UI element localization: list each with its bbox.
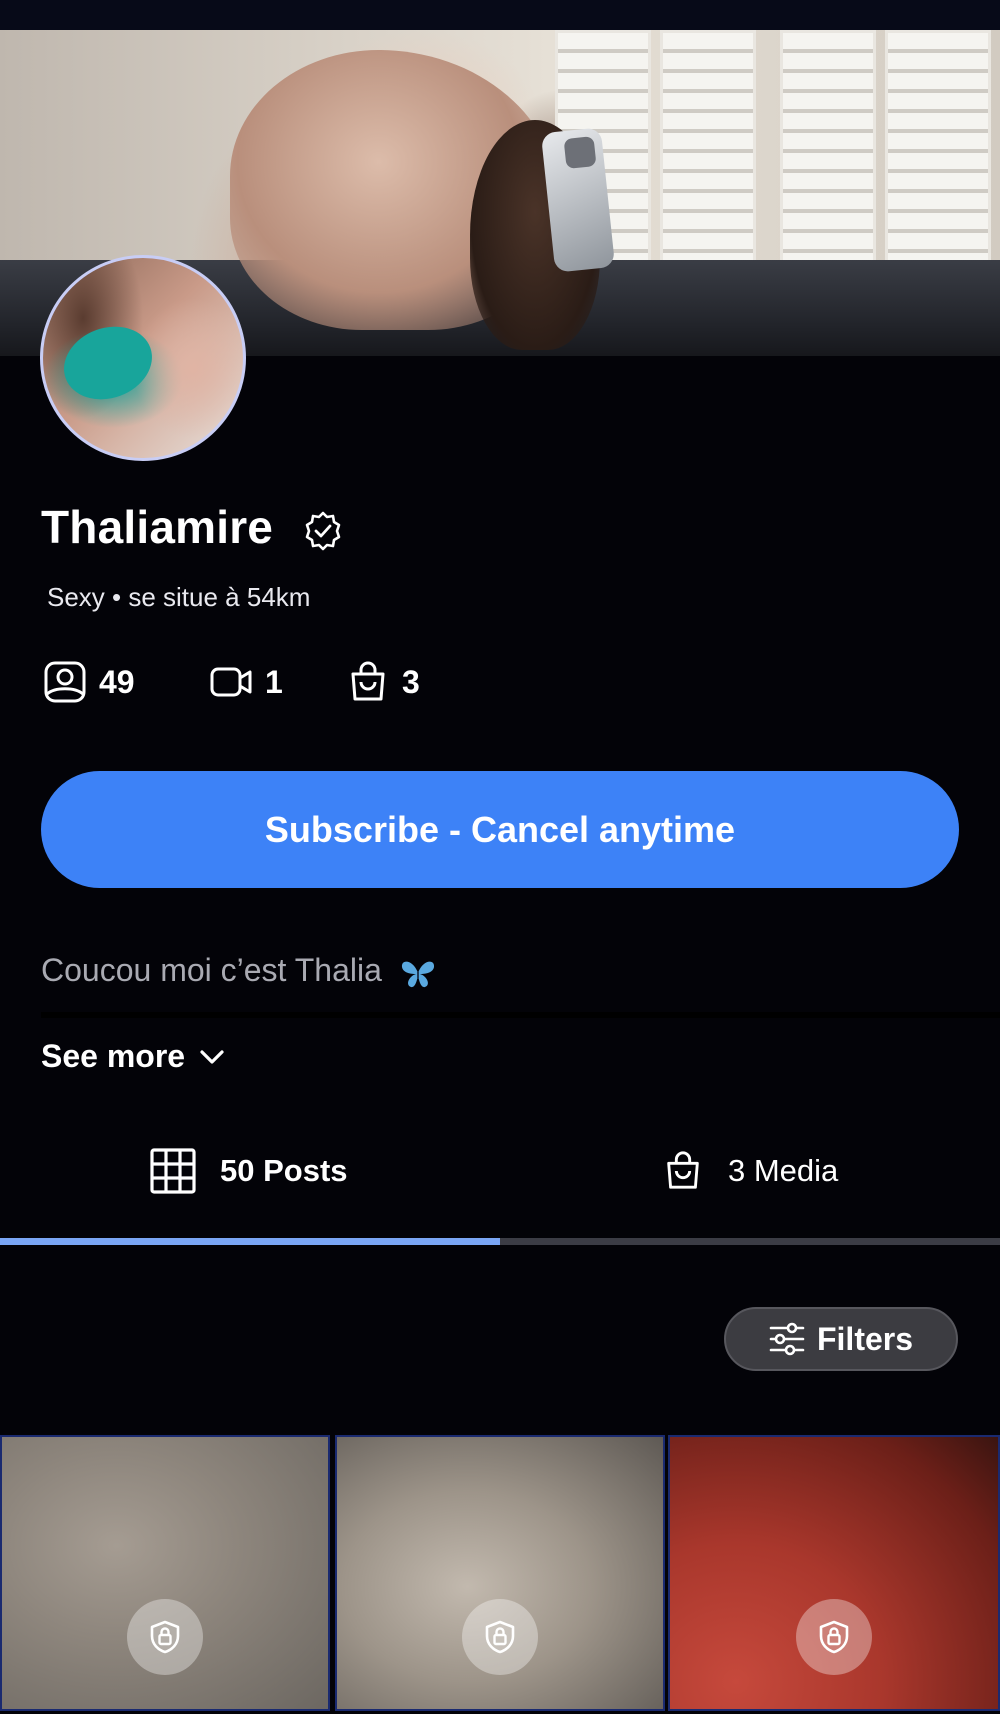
grid-icon	[150, 1148, 196, 1194]
filters-label: Filters	[816, 1320, 914, 1357]
photo-icon	[44, 661, 86, 703]
butterfly-emoji-icon	[401, 961, 434, 987]
tab-indicator	[0, 1238, 500, 1245]
tab-posts-label: 50 Posts	[220, 1153, 348, 1188]
see-more-label: See more	[41, 1038, 186, 1074]
posts-grid	[0, 1435, 1000, 1714]
locked-post-tile[interactable]	[0, 1435, 330, 1711]
see-more-link[interactable]: See more	[41, 1038, 225, 1075]
lock-icon	[127, 1599, 203, 1675]
stat-videos: 1	[209, 660, 283, 704]
filters-button[interactable]: Filters	[724, 1307, 958, 1371]
stat-videos-count: 1	[265, 663, 283, 700]
verified-badge-icon	[305, 511, 341, 551]
tab-media[interactable]: 3 Media	[662, 1148, 838, 1194]
tab-indicator-track	[0, 1238, 1000, 1245]
bag-icon	[351, 661, 385, 701]
locked-post-tile[interactable]	[668, 1435, 1000, 1711]
bio-text: Coucou moi c’est Thalia	[41, 952, 382, 988]
profile-tagline: Sexy • se situe à 54km	[47, 582, 311, 612]
video-icon	[210, 667, 252, 697]
window-blind	[885, 30, 991, 276]
bio-fade	[41, 1012, 1000, 1018]
stat-media: 3	[346, 660, 420, 704]
lock-icon	[462, 1599, 538, 1675]
status-bar	[0, 0, 1000, 30]
subscribe-button[interactable]: Subscribe - Cancel anytime	[41, 771, 959, 888]
tab-posts[interactable]: 50 Posts	[150, 1148, 348, 1194]
avatar[interactable]	[40, 255, 246, 461]
locked-post-tile[interactable]	[335, 1435, 665, 1711]
tab-media-label: 3 Media	[728, 1153, 839, 1188]
window-blind	[780, 30, 876, 276]
profile-bio: Coucou moi c’est Thalia	[41, 952, 437, 989]
stat-photos: 49	[43, 660, 135, 704]
profile-name: Thaliamire	[41, 501, 274, 553]
chevron-down-icon	[200, 1049, 224, 1064]
stat-media-count: 3	[402, 663, 420, 700]
window-blind	[660, 30, 756, 276]
lock-icon	[796, 1599, 872, 1675]
bag-icon	[667, 1151, 699, 1189]
stat-photos-count: 49	[99, 663, 135, 700]
sliders-icon	[769, 1322, 805, 1356]
